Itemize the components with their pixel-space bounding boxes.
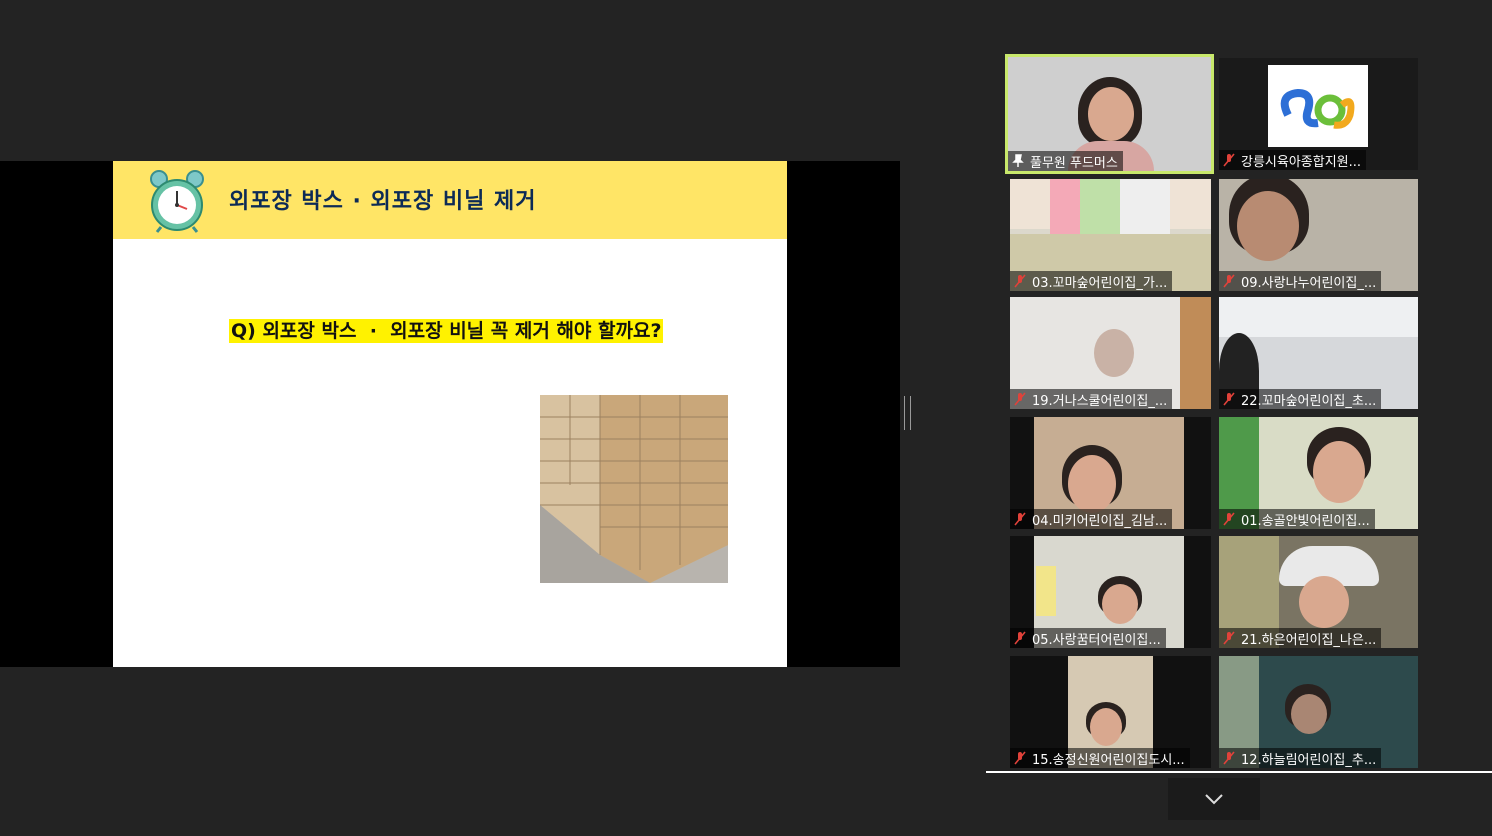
participant-tile[interactable]: 03.꼬마숲어린이집_가... <box>1010 179 1211 291</box>
participant-name: 21.하은어린이집_나은... <box>1241 632 1377 648</box>
participant-name: 풀무원 푸드머스 <box>1030 155 1118 171</box>
muted-mic-icon <box>1014 631 1026 645</box>
participant-name: 강릉시육아종합지원... <box>1241 154 1362 170</box>
participant-tile[interactable]: 강릉시육아종합지원... <box>1219 58 1418 170</box>
participant-tile[interactable]: 15.송정신원어린이집도시... <box>1010 656 1211 768</box>
muted-mic-icon <box>1223 512 1235 526</box>
muted-mic-icon <box>1014 512 1026 526</box>
split-view-handle[interactable] <box>904 396 911 430</box>
muted-mic-icon <box>1014 274 1026 288</box>
alarm-clock-icon <box>150 170 204 233</box>
participant-name: 12.하늘림어린이집_추... <box>1241 752 1377 768</box>
participant-tile[interactable]: 01.송골안빛어린이집... <box>1219 417 1418 529</box>
participant-tile[interactable]: 19.거나스쿨어린이집_... <box>1010 297 1211 409</box>
chevron-down-icon <box>1205 794 1223 805</box>
slide-question: Q) 외포장 박스 · 외포장 비닐 꼭 제거 해야 할까요? <box>229 319 664 343</box>
muted-mic-icon <box>1014 392 1026 406</box>
participant-name: 15.송정신원어린이집도시... <box>1032 752 1185 768</box>
muted-mic-icon <box>1223 631 1235 645</box>
muted-mic-icon <box>1223 274 1235 288</box>
participant-name: 03.꼬마숲어린이집_가... <box>1032 275 1168 291</box>
muted-mic-icon <box>1223 153 1235 167</box>
gallery-divider <box>986 771 1492 773</box>
participant-tile[interactable]: 22.꼬마숲어린이집_초... <box>1219 297 1418 409</box>
spotlight-pin-icon <box>1012 154 1024 167</box>
muted-mic-icon <box>1223 751 1235 765</box>
presentation-slide: 외포장 박스 · 외포장 비닐 제거 Q) 외포장 박스 · 외포장 비닐 꼭 … <box>113 161 787 667</box>
muted-mic-icon <box>1223 392 1235 406</box>
stacked-boxes-image <box>540 395 728 583</box>
participant-name: 05.사랑꿈터어린이집... <box>1032 632 1161 648</box>
participant-name: 04.미키어린이집_김남... <box>1032 513 1168 529</box>
participant-name: 19.거나스쿨어린이집_... <box>1032 393 1168 409</box>
participant-name: 22.꼬마숲어린이집_초... <box>1241 393 1377 409</box>
participant-tile[interactable]: 21.하은어린이집_나은... <box>1219 536 1418 648</box>
shared-screen: 외포장 박스 · 외포장 비닐 제거 Q) 외포장 박스 · 외포장 비닐 꼭 … <box>0 161 900 667</box>
participant-tile[interactable]: 04.미키어린이집_김남... <box>1010 417 1211 529</box>
participant-tile[interactable]: 09.사랑나누어린이집_... <box>1219 179 1418 291</box>
participant-tile[interactable]: 풀무원 푸드머스 <box>1005 54 1214 174</box>
participant-name: 01.송골안빛어린이집... <box>1241 513 1370 529</box>
participant-tile[interactable]: 05.사랑꿈터어린이집... <box>1010 536 1211 648</box>
slide-title: 외포장 박스 · 외포장 비닐 제거 <box>229 189 537 214</box>
organization-logo <box>1268 65 1368 147</box>
participant-tile[interactable]: 12.하늘림어린이집_추... <box>1219 656 1418 768</box>
expand-gallery-button[interactable] <box>1168 778 1260 820</box>
participant-name: 09.사랑나누어린이집_... <box>1241 275 1377 291</box>
muted-mic-icon <box>1014 751 1026 765</box>
